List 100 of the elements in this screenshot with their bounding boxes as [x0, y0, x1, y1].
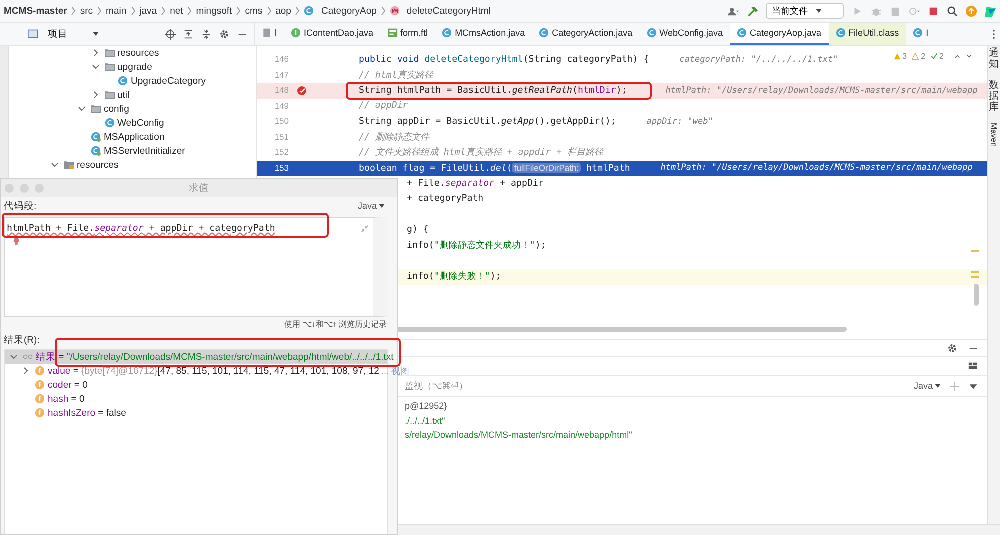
collapse-all-icon[interactable]: [201, 28, 212, 40]
field-value: value = {byte[74]@16712}[47, 85, 115, 101, 114, 115, 47, 114, 101, 108, 97, 12: [48, 366, 380, 376]
line-number: 149: [274, 100, 289, 111]
separator-icon: [187, 6, 192, 16]
tree-item[interactable]: util: [118, 90, 130, 100]
code-line: String htmlPath = BasicUtil.getRealPath(htmlDir);: [359, 86, 628, 96]
dropdown-icon[interactable]: [93, 32, 99, 36]
breadcrumb-item[interactable]: java: [140, 6, 158, 16]
class-icon: [304, 6, 314, 16]
tree-item[interactable]: upgrade: [118, 62, 152, 72]
chevron-icon[interactable]: [92, 91, 100, 99]
code-line: + File.separator + appDir: [407, 178, 544, 189]
panel-title[interactable]: 项目: [48, 28, 68, 40]
chevron-icon[interactable]: [51, 161, 59, 169]
tree-item[interactable]: resources: [77, 160, 119, 170]
tree-item[interactable]: UpgradeCategory: [131, 76, 206, 86]
code-line: // appDir: [359, 101, 408, 112]
app-logo-icon[interactable]: [985, 6, 996, 16]
breadcrumb-item[interactable]: main: [106, 6, 127, 16]
field-value: hash = 0: [48, 394, 85, 404]
breadcrumb-item[interactable]: CategoryAop: [321, 6, 377, 16]
dialog-title: 求值: [189, 182, 209, 194]
tree-item[interactable]: MSApplication: [104, 132, 165, 142]
code-line: // 文件夹路径组成 html真实路径 + appdir + 栏目路径: [359, 146, 604, 160]
breadcrumb-item[interactable]: src: [80, 6, 94, 16]
breadcrumb-item[interactable]: net: [170, 6, 184, 16]
user-icon[interactable]: [728, 6, 739, 16]
editor-tab[interactable]: IContentDao.java: [284, 23, 381, 45]
stop-icon[interactable]: [928, 6, 939, 16]
chevron-icon[interactable]: [22, 367, 30, 375]
tree-item[interactable]: resources: [118, 48, 160, 58]
tree-item[interactable]: config: [104, 104, 130, 114]
layout-icon[interactable]: [968, 360, 979, 372]
expand-all-icon[interactable]: [183, 28, 194, 40]
breadcrumb-item[interactable]: cms: [245, 6, 263, 16]
tree-item[interactable]: MSServletInitializer: [104, 146, 186, 156]
check-icon[interactable]: [930, 53, 938, 60]
editor-tab[interactable]: MCmsAction.java: [435, 23, 532, 45]
field-icon: [35, 408, 45, 418]
vertical-scrollbar[interactable]: [974, 284, 979, 306]
chevron-icon[interactable]: [78, 105, 86, 113]
editor-tab[interactable]: FileUtil.class: [828, 23, 906, 45]
code-line: + categoryPath: [407, 194, 484, 204]
chevron-icon[interactable]: [92, 63, 100, 71]
result-value: 结果 = "/Users/relay/Downloads/MCMS-master/src/main/webapp/html/web/../../../1.txt: [36, 350, 394, 364]
weak-warning-count[interactable]: 2: [921, 52, 926, 61]
class-icon: [442, 28, 452, 38]
breakpoint-icon[interactable]: [297, 86, 307, 96]
code-line: String appDir = BasicUtil.getApp().getAppDir();: [359, 116, 618, 127]
method-icon: [390, 6, 400, 16]
locate-icon[interactable]: [165, 28, 176, 40]
code-field[interactable]: htmlPath + File.separator + appDir + categoryPath: [4, 217, 388, 317]
side-tab[interactable]: Maven: [990, 123, 998, 148]
inlay-hint: htmlPath: "/Users/relay/Downloads/MCMS-master/src/main/webapp: [666, 86, 978, 96]
editor-tab[interactable]: CategoryAop.java: [730, 23, 829, 45]
passed-count[interactable]: 2: [940, 52, 944, 61]
line-number: 153: [274, 162, 289, 173]
breadcrumb-item[interactable]: mingsoft: [196, 6, 232, 16]
class-icon: [913, 28, 924, 38]
side-tab[interactable]: 数据库: [989, 80, 999, 113]
line-number: 151: [274, 132, 289, 142]
separator-icon: [130, 6, 136, 16]
breadcrumb-item[interactable]: aop: [276, 6, 292, 16]
editor-tab[interactable]: l: [255, 23, 284, 45]
line-number: 152: [274, 147, 289, 158]
editor-tab[interactable]: WebConfig.java: [640, 23, 730, 45]
side-tab[interactable]: 通知: [989, 48, 999, 70]
hint-text: 使用 ⌥↓和⌥↑ 浏览历史记录: [284, 319, 388, 330]
separator-icon: [161, 6, 166, 16]
settings-icon[interactable]: [219, 28, 230, 40]
line-number: 147: [274, 70, 289, 80]
breadcrumb-item[interactable]: MCMS-master: [4, 6, 68, 16]
editor-tab[interactable]: I: [906, 23, 936, 45]
code-line: boolean flag = FileUtil.del( fullFileOrDirPath: htmlPath: [359, 162, 632, 174]
search-icon[interactable]: [947, 6, 958, 16]
class-icon: [737, 28, 748, 38]
folder-icon: [104, 48, 114, 58]
settings-icon[interactable]: [947, 342, 958, 354]
horizontal-scrollbar[interactable]: [397, 327, 847, 332]
tree-item[interactable]: WebConfig: [118, 118, 164, 128]
folder-icon: [104, 90, 114, 100]
chevron-icon[interactable]: [92, 49, 100, 57]
breadcrumb-item[interactable]: deleteCategoryHtml: [406, 6, 491, 16]
editor-tab[interactable]: CategoryAction.java: [532, 23, 640, 45]
hammer-icon[interactable]: [747, 6, 758, 16]
file-icon: [262, 28, 272, 38]
language-dropdown[interactable]: Java: [358, 201, 385, 211]
language-dropdown[interactable]: Java: [914, 381, 941, 391]
class-icon: [104, 118, 114, 128]
warning-count[interactable]: 3: [902, 52, 908, 61]
more-icon[interactable]: [992, 28, 996, 40]
panel-icon: [28, 29, 38, 39]
separator-icon: [71, 6, 76, 16]
run-configuration-dropdown[interactable]: 当前文件: [766, 3, 844, 19]
editor-tab[interactable]: form.ftl: [380, 23, 436, 45]
bulb-icon[interactable]: [13, 237, 20, 246]
watch-field[interactable]: 监视（⌥⌘⏎）: [405, 380, 468, 392]
chevron-icon[interactable]: [10, 353, 18, 361]
section-label: 结果(R):: [3, 334, 41, 348]
line-number: 150: [274, 116, 289, 126]
